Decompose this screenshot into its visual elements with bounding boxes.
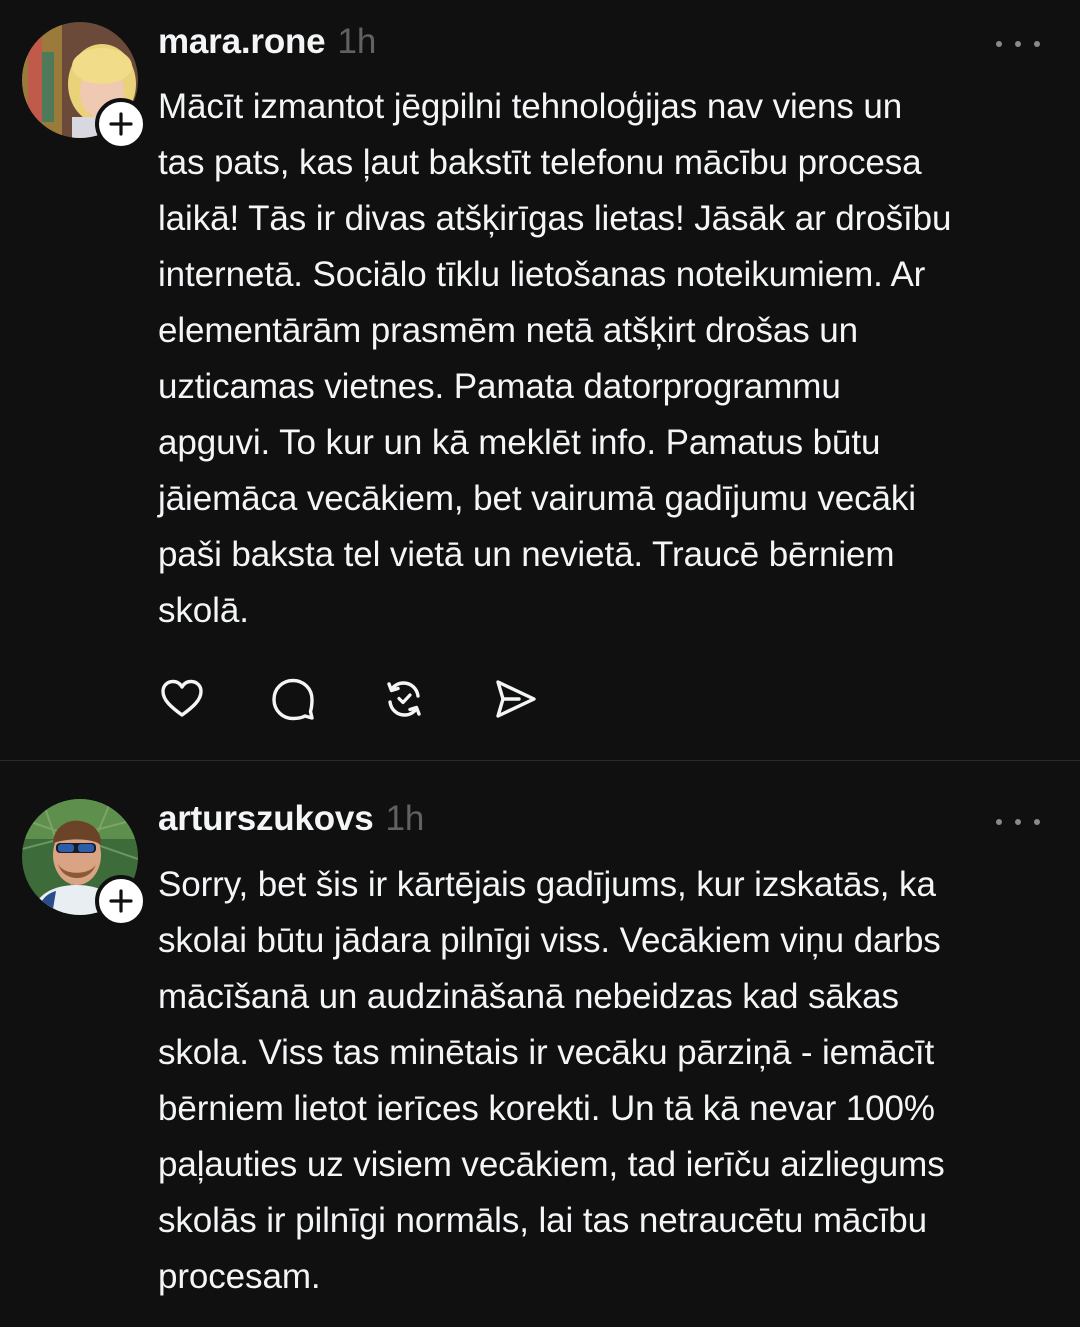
dot: [1034, 819, 1040, 825]
dot: [1034, 41, 1040, 47]
dot: [1015, 819, 1021, 825]
username-link[interactable]: mara.rone: [158, 22, 326, 62]
post-timestamp: 1h: [337, 22, 377, 61]
follow-button[interactable]: [95, 875, 147, 927]
username-link[interactable]: arturszukovs: [158, 799, 374, 839]
post-actions: [158, 674, 602, 724]
avatar-container[interactable]: [22, 799, 147, 927]
dot: [996, 819, 1002, 825]
post-text: Mācīt izmantot jēgpilni tehnoloģijas nav…: [158, 87, 952, 630]
more-options-icon[interactable]: [996, 812, 1040, 832]
plus-icon: [109, 112, 133, 136]
thread-post: mara.rone 1h Mācīt izmantot jēgpilni teh…: [0, 0, 1080, 760]
comment-button[interactable]: [269, 675, 317, 723]
share-icon: [496, 680, 536, 718]
share-button[interactable]: [491, 675, 539, 723]
follow-button[interactable]: [95, 98, 147, 150]
post-header: arturszukovs 1h: [158, 799, 424, 849]
like-button[interactable]: [158, 675, 206, 723]
plus-icon: [109, 889, 133, 913]
comment-icon: [272, 678, 314, 721]
heart-icon: [161, 679, 203, 717]
avatar-container[interactable]: [22, 22, 147, 150]
post-text: Sorry, bet šis ir kārtējais gadījums, ku…: [158, 865, 945, 1296]
post-timestamp: 1h: [385, 799, 425, 838]
dot: [1015, 41, 1021, 47]
dot: [996, 41, 1002, 47]
repost-button[interactable]: [380, 675, 428, 723]
post-header: mara.rone 1h: [158, 22, 376, 72]
thread-post: arturszukovs 1h Sorry, bet šis ir kārtēj…: [0, 761, 1080, 1327]
repost-icon: [387, 681, 421, 717]
more-options-icon[interactable]: [996, 34, 1040, 54]
